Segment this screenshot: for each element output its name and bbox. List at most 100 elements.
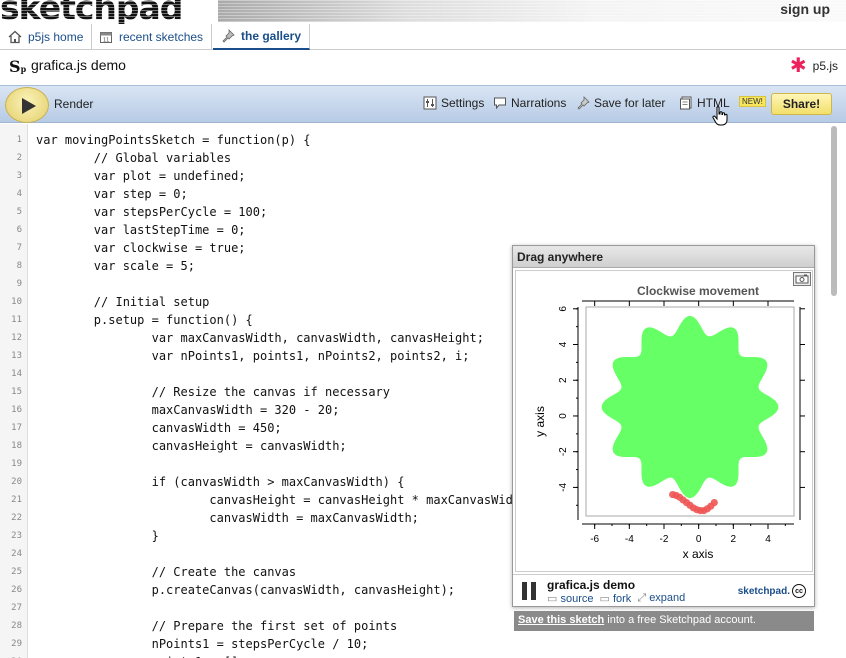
p5js-link[interactable]: ✱ p5.js <box>789 55 838 77</box>
pin-icon <box>221 29 235 43</box>
line-number: 30 <box>0 653 22 658</box>
code-text: // Prepare the first set of points <box>36 619 398 633</box>
sketch-canvas[interactable]: -6 -4 -2 0 2 4 -4 -2 0 2 4 6 Clockwise movement x axi… <box>515 270 813 572</box>
line-number: 28 <box>11 621 22 631</box>
calendar-icon: 11 <box>99 30 113 44</box>
settings-button[interactable]: Settings <box>423 96 484 110</box>
line-number: 8 <box>16 261 22 271</box>
hand-cursor-icon <box>712 106 728 129</box>
code-text: // Create the canvas <box>36 565 297 579</box>
line-number: 25 <box>11 567 22 577</box>
code-line: 2 // Global variables <box>0 149 846 167</box>
document-icon <box>679 96 693 110</box>
line-number: 7 <box>16 243 22 253</box>
code-text: // Resize the canvas if necessary <box>36 385 391 399</box>
settings-sliders-icon <box>423 96 437 110</box>
drag-handle[interactable]: Drag anywhere <box>513 246 814 268</box>
top-bar: sketchpad sign up <box>0 0 846 25</box>
preview-links: ▭ source ▭ fork ⤢ expand <box>547 592 685 605</box>
narrations-button[interactable]: Narrations <box>493 96 566 110</box>
logo-band <box>218 0 846 22</box>
line-number: 14 <box>11 369 22 379</box>
line-number: 10 <box>11 297 22 307</box>
sign-up-link[interactable]: sign up <box>780 1 830 17</box>
sketchpad-logo[interactable]: sketchpad <box>0 0 183 25</box>
line-number: 5 <box>16 207 22 217</box>
code-line: 5 var stepsPerCycle = 100; <box>0 203 846 221</box>
expand-icon: ⤢ <box>637 592 647 604</box>
y-tick-label: 6 <box>558 306 569 312</box>
save-this-sketch-link[interactable]: Save this sketch <box>518 614 604 626</box>
code-line: 6 var lastStepTime = 0; <box>0 221 846 239</box>
save-for-later-button[interactable]: Save for later <box>576 96 665 110</box>
x-axis-label: x axis <box>683 547 714 561</box>
y-tick-label: 0 <box>558 413 569 419</box>
code-text: var clockwise = true; <box>36 241 246 255</box>
line-number: 20 <box>11 477 22 487</box>
p5-asterisk-icon: ✱ <box>789 55 807 77</box>
line-number: 21 <box>11 495 22 505</box>
x-tick-label: -6 <box>590 534 599 545</box>
line-number: 3 <box>16 171 22 181</box>
source-link[interactable]: ▭ source <box>547 592 594 605</box>
editor-scrollbar-thumb[interactable] <box>831 126 837 296</box>
tab-recent-sketches[interactable]: 11 recent sketches <box>91 24 213 50</box>
creative-commons-icon: cc <box>792 584 806 598</box>
line-number: 16 <box>11 405 22 415</box>
chart-svg: -6 -4 -2 0 2 4 -4 -2 0 2 4 6 Clockwise movement x axi… <box>533 284 805 561</box>
save-for-later-label: Save for later <box>594 96 666 110</box>
sketch-preview-window[interactable]: Drag anywhere -6 -4 -2 0 2 4 -4 -2 0 2 4 6 Clockwise… <box>512 245 815 607</box>
svg-text:11: 11 <box>103 38 109 44</box>
code-text: var plot = undefined; <box>36 169 246 183</box>
line-number: 27 <box>11 603 22 613</box>
tab-p5js-home[interactable]: p5js home <box>0 24 93 50</box>
code-text: points1 = []; <box>36 653 246 658</box>
x-tick-label: 4 <box>765 534 771 545</box>
line-number: 23 <box>11 531 22 541</box>
x-tick-label: 2 <box>731 534 737 545</box>
pause-button[interactable] <box>521 582 537 600</box>
code-text: var stepsPerCycle = 100; <box>36 205 268 219</box>
line-number: 1 <box>16 135 22 145</box>
code-line: 1 var movingPointsSketch = function(p) { <box>0 131 846 149</box>
render-play-button[interactable] <box>5 87 49 123</box>
camera-icon[interactable] <box>793 272 811 289</box>
code-line: 4 var step = 0; <box>0 185 846 203</box>
share-button[interactable]: Share! <box>771 93 832 115</box>
code-text: p.setup = function() { <box>36 313 253 327</box>
code-line: 29 nPoints1 = stepsPerCycle / 10; <box>0 635 846 653</box>
library-label: p5.js <box>812 59 838 73</box>
line-number: 17 <box>11 423 22 433</box>
code-text: canvasHeight = canvasWidth; <box>36 439 347 453</box>
line-number: 13 <box>11 351 22 361</box>
y-tick-label: -4 <box>558 483 569 492</box>
x-tick-label: 0 <box>696 534 702 545</box>
code-text: var maxCanvasWidth, canvasWidth, canvasH… <box>36 331 484 345</box>
tab-label: the gallery <box>241 29 302 43</box>
code-text: canvasWidth = 450; <box>36 421 282 435</box>
code-line: 3 var plot = undefined; <box>0 167 846 185</box>
fork-link[interactable]: ▭ fork <box>600 592 632 605</box>
line-number: 2 <box>16 153 22 163</box>
line-number: 4 <box>16 189 22 199</box>
expand-link[interactable]: ⤢ expand <box>637 592 685 605</box>
code-text: maxCanvasWidth = 320 - 20; <box>36 403 340 417</box>
line-number: 11 <box>11 315 22 325</box>
y-tick-label: 4 <box>558 341 569 347</box>
code-text: var movingPointsSketch = function(p) { <box>36 133 311 147</box>
render-label[interactable]: Render <box>54 97 93 111</box>
sketchpad-brand[interactable]: sketchpad. cc <box>738 584 806 598</box>
line-number: 12 <box>11 333 22 343</box>
code-text: var scale = 5; <box>36 259 195 273</box>
pin-icon <box>576 96 590 110</box>
line-number: 15 <box>11 387 22 397</box>
expand-label: expand <box>649 592 686 604</box>
y-tick-label: -2 <box>558 447 569 456</box>
code-text: canvasWidth = maxCanvasWidth; <box>36 511 419 525</box>
tab-label: recent sketches <box>119 30 204 44</box>
settings-label: Settings <box>441 96 485 110</box>
tab-label: p5js home <box>28 30 84 44</box>
tab-the-gallery[interactable]: the gallery <box>213 24 311 50</box>
nav-bar: p5js home 11 recent sketches the gallery <box>0 24 846 50</box>
code-text: var step = 0; <box>36 187 188 201</box>
